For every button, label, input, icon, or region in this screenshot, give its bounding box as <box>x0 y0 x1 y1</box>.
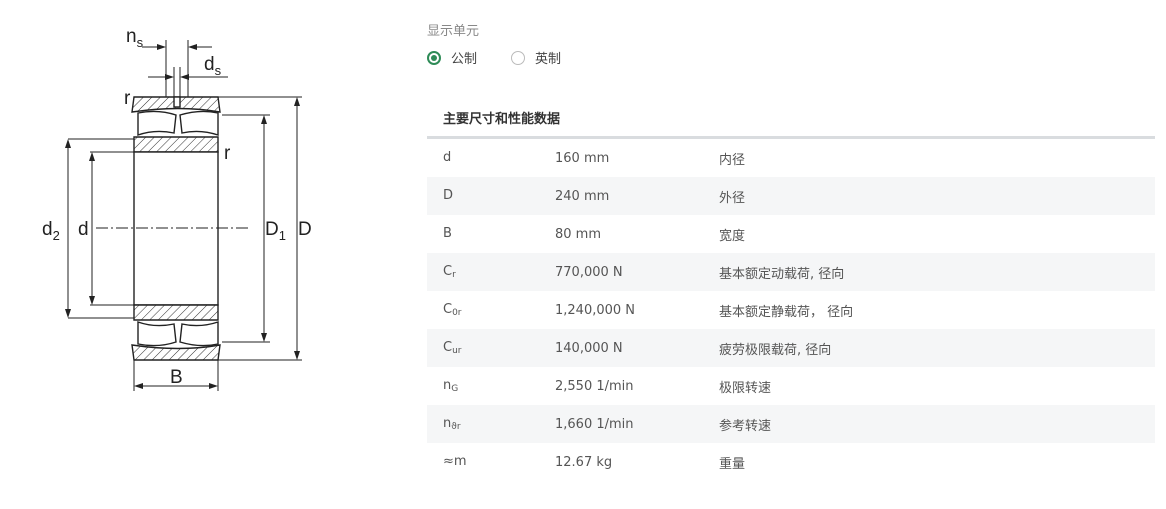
label-d2: d2 <box>42 219 60 243</box>
radio-metric-label: 公制 <box>451 52 478 67</box>
spec-table: d 160 mm 内径 D 240 mm 外径 B 80 mm 宽度 Cr 77… <box>427 139 1155 481</box>
table-row: C0r 1,240,000 N 基本额定静载荷， 径向 <box>427 291 1155 329</box>
label-D1: D1 <box>265 219 286 243</box>
spec-description: 内径 <box>719 152 746 168</box>
table-row: nG 2,550 1/min 极限转速 <box>427 367 1155 405</box>
spec-symbol: C0r <box>443 302 462 318</box>
spec-description: 基本额定静载荷， 径向 <box>719 304 854 320</box>
spec-value: 1,240,000 N <box>555 302 636 318</box>
spec-symbol: B <box>443 226 452 241</box>
table-row: ≈m 12.67 kg 重量 <box>427 443 1155 481</box>
spec-value: 160 mm <box>555 150 610 166</box>
spec-description: 宽度 <box>719 228 746 244</box>
table-row: B 80 mm 宽度 <box>427 215 1155 253</box>
table-row: nϑr 1,660 1/min 参考转速 <box>427 405 1155 443</box>
spec-value: 12.67 kg <box>555 454 613 470</box>
spec-symbol: D <box>427 177 555 215</box>
spec-value: 80 mm <box>555 226 602 242</box>
label-r-inner: r <box>224 143 231 164</box>
label-ns: ns <box>126 26 144 50</box>
section-title: 主要尺寸和性能数据 <box>443 112 561 127</box>
units-radio-group: 公制 英制 <box>427 48 595 67</box>
label-B: B <box>170 367 183 388</box>
label-r-top: r <box>124 88 131 109</box>
radio-checked-icon[interactable] <box>427 50 441 65</box>
spec-description: 外径 <box>719 177 1155 215</box>
radio-imperial[interactable]: 英制 <box>511 48 561 67</box>
spec-symbol: Cr <box>427 253 555 291</box>
spec-description: 极限转速 <box>719 380 772 396</box>
spec-symbol: d <box>443 150 452 165</box>
units-label: 显示单元 <box>427 24 480 39</box>
label-ds: ds <box>204 54 222 78</box>
spec-description: 疲劳极限载荷, 径向 <box>719 329 1155 367</box>
spec-description: 重量 <box>719 456 746 472</box>
table-row: Cur 140,000 N 疲劳极限载荷, 径向 <box>427 329 1155 367</box>
radio-metric[interactable]: 公制 <box>427 48 477 67</box>
spec-value: 140,000 N <box>555 329 719 367</box>
table-row: D 240 mm 外径 <box>427 177 1155 215</box>
spec-value: 240 mm <box>555 177 719 215</box>
spec-description: 参考转速 <box>719 405 1155 443</box>
bearing-cross-section-diagram: ns ds r r d2 d D1 D B <box>42 26 312 391</box>
spec-symbol: nG <box>443 378 459 394</box>
table-row: Cr 770,000 N 基本额定动载荷, 径向 <box>427 253 1155 291</box>
spec-value: 1,660 1/min <box>555 405 719 443</box>
spec-symbol: nϑr <box>427 405 555 443</box>
label-d: d <box>78 219 89 240</box>
table-row: d 160 mm 内径 <box>427 139 1155 177</box>
spec-symbol: Cur <box>427 329 555 367</box>
radio-imperial-label: 英制 <box>535 52 562 67</box>
spec-symbol: ≈m <box>443 454 467 469</box>
spec-value: 2,550 1/min <box>555 378 634 394</box>
spec-description: 基本额定动载荷, 径向 <box>719 253 1155 291</box>
spec-value: 770,000 N <box>555 253 719 291</box>
radio-unchecked-icon[interactable] <box>511 50 526 65</box>
label-D: D <box>298 219 312 240</box>
